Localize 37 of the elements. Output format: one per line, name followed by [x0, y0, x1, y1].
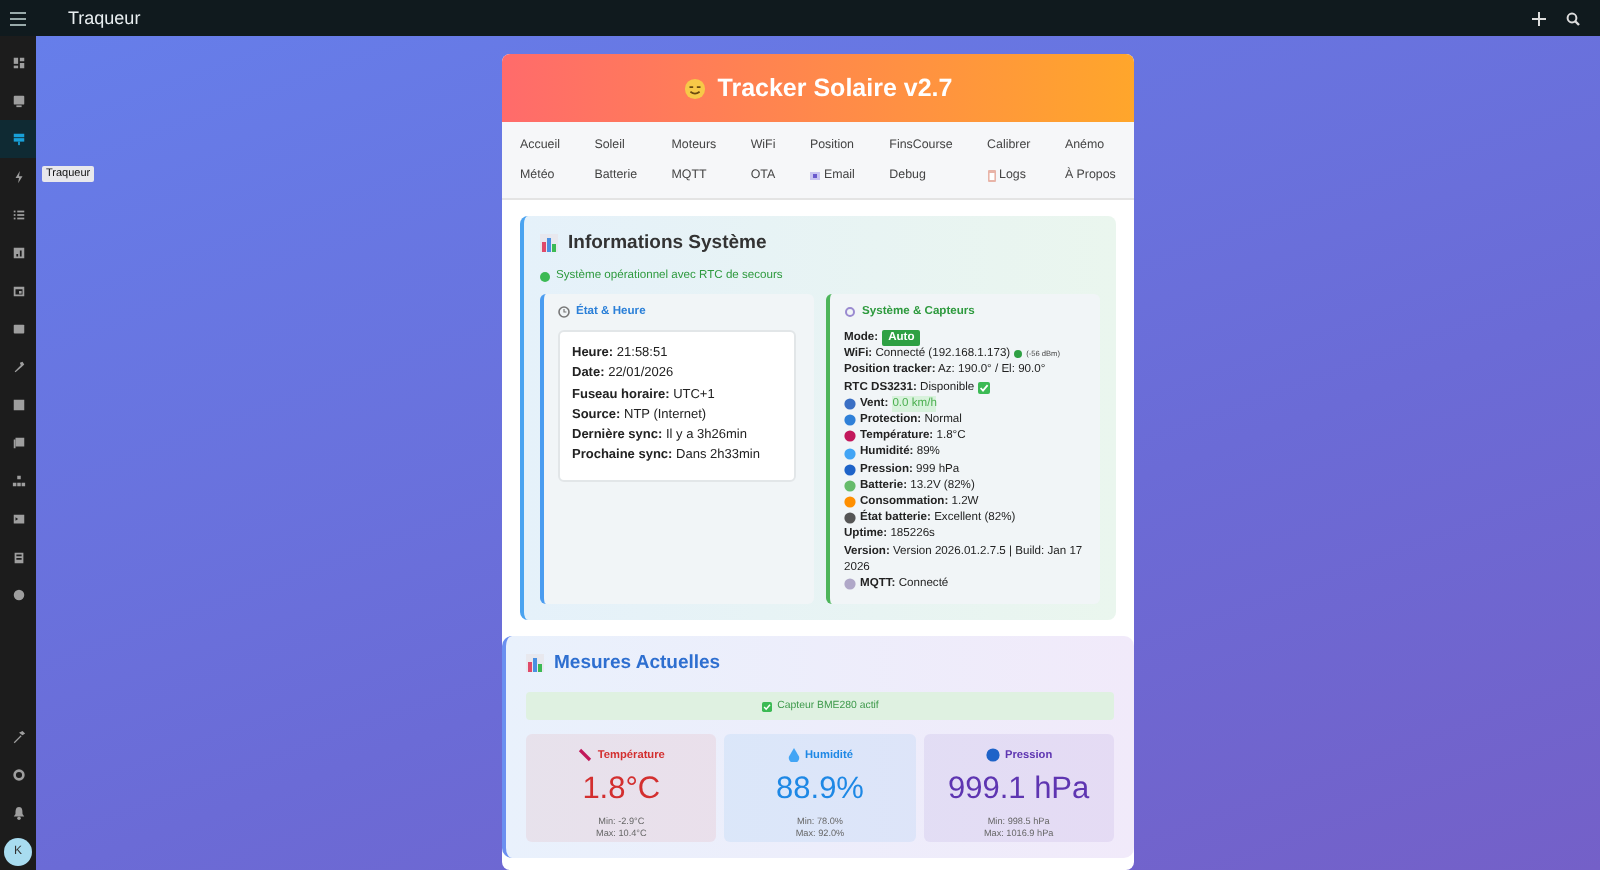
measure-value: 88.9% — [776, 772, 864, 809]
network-icon — [11, 474, 25, 488]
signal-dot-icon — [1014, 350, 1023, 359]
media-icon — [11, 436, 25, 450]
calendar-icon — [11, 284, 25, 298]
list-icon — [11, 208, 25, 222]
envelope-icon — [809, 171, 820, 179]
hammer-icon — [11, 730, 25, 744]
settings-icon — [11, 768, 25, 782]
app-title: Tracker Solaire v2.7 — [717, 74, 953, 102]
bell-icon — [11, 806, 25, 820]
clipboard-icon — [987, 169, 996, 181]
clipboard-icon — [11, 550, 25, 564]
bolt-icon — [11, 170, 25, 184]
tracker-icon — [11, 132, 25, 146]
search-icon[interactable] — [1566, 11, 1580, 25]
droplet-icon — [787, 748, 800, 763]
wrench-icon — [11, 360, 25, 374]
checkmark-icon — [978, 381, 991, 394]
menu-icon[interactable] — [10, 11, 26, 25]
section-title: Mesures Actuelles — [554, 652, 721, 675]
page-title: Traqueur — [68, 8, 143, 28]
measure-value: 999.1 hPa — [947, 772, 1090, 809]
section-title: Informations Système — [568, 232, 767, 254]
bar-chart-icon — [526, 654, 544, 673]
clock-icon — [558, 306, 570, 318]
dashboard-icon — [11, 56, 25, 70]
measure-value: 1.8°C — [582, 772, 661, 809]
status-dot-icon — [540, 271, 550, 281]
smiley-icon — [683, 77, 706, 99]
monitor-icon — [11, 94, 25, 108]
sidebar-item[interactable] — [0, 120, 36, 158]
checkmark-icon — [761, 701, 772, 712]
add-icon[interactable] — [1532, 11, 1546, 25]
chart-icon — [11, 246, 25, 260]
terminal-icon — [11, 512, 25, 526]
bar-chart-icon — [540, 234, 558, 252]
